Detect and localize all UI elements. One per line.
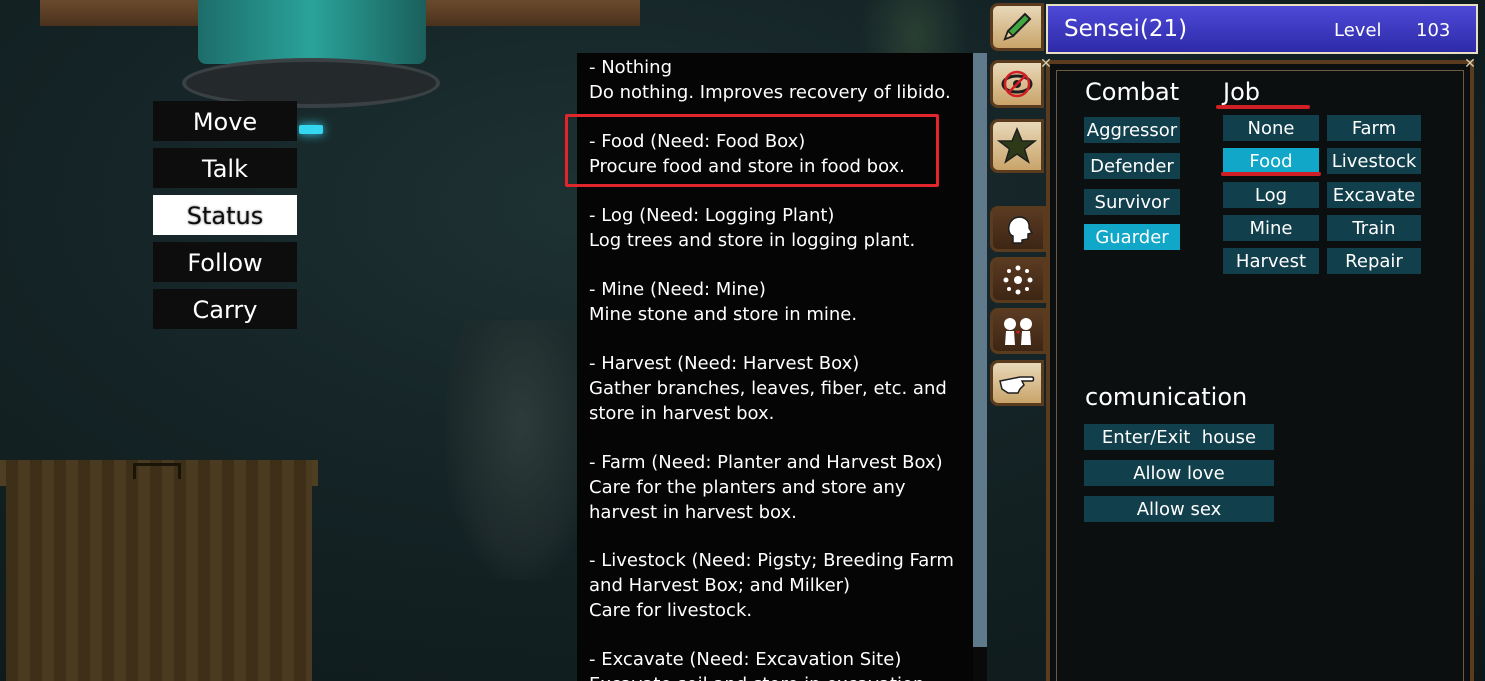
level-value: 103 xyxy=(1416,20,1451,41)
job-desc-title: - Farm (Need: Planter and Harvest Box) xyxy=(589,452,943,473)
job-desc-text: Log trees and store in logging plant. xyxy=(589,230,916,251)
head-profile-icon xyxy=(1001,212,1035,246)
food-underline-annotation xyxy=(1221,172,1321,176)
action-follow-button[interactable]: Follow xyxy=(153,242,297,282)
job-mine-button[interactable]: Mine xyxy=(1223,215,1319,241)
combat-title: Combat xyxy=(1085,78,1180,106)
background-crate-handle xyxy=(133,463,181,479)
tab-profile[interactable] xyxy=(990,206,1046,252)
job-desc-title: - Nothing xyxy=(589,57,672,78)
job-desc-title: - Excavate (Need: Excavation Site) xyxy=(589,649,902,670)
job-desc-text: Care for livestock. xyxy=(589,600,753,621)
character-name: Sensei(21) xyxy=(1064,16,1188,42)
job-desc-title: - Mine (Need: Mine) xyxy=(589,279,766,300)
background-crate xyxy=(6,460,312,681)
background-water-tank xyxy=(198,0,426,64)
tab-edit[interactable] xyxy=(990,3,1044,51)
job-none-button[interactable]: None xyxy=(1223,115,1319,141)
description-scrollbar-thumb[interactable] xyxy=(973,53,987,647)
job-desc-title: - Log (Need: Logging Plant) xyxy=(589,205,835,226)
character-name-bar: Sensei(21) Level 103 xyxy=(1046,4,1478,54)
tab-favorite[interactable] xyxy=(990,119,1044,173)
job-desc-text: Mine stone and store in mine. xyxy=(589,304,858,325)
allow-sex-button[interactable]: Allow sex xyxy=(1084,496,1274,522)
job-desc-title: - Harvest (Need: Harvest Box) xyxy=(589,353,860,374)
job-desc-text: Do nothing. Improves recovery of libido. xyxy=(589,82,951,103)
job-repair-button[interactable]: Repair xyxy=(1327,248,1421,274)
hidden-eye-icon xyxy=(999,66,1035,102)
background-cyan-light xyxy=(299,125,323,134)
job-desc-excavate: - Excavate (Need: Excavation Site) Excav… xyxy=(589,647,974,681)
job-desc-log: - Log (Need: Logging Plant) Log trees an… xyxy=(589,203,974,253)
job-desc-text: Gather branches, leaves, fiber, etc. and… xyxy=(589,378,947,424)
tab-interact[interactable] xyxy=(990,360,1044,406)
combat-aggressor-button[interactable]: Aggressor xyxy=(1084,117,1180,143)
food-highlight-annotation xyxy=(565,114,939,187)
pointing-hand-icon xyxy=(998,367,1036,399)
job-desc-farm: - Farm (Need: Planter and Harvest Box) C… xyxy=(589,450,974,525)
sparkle-icon xyxy=(1001,263,1035,297)
action-carry-button[interactable]: Carry xyxy=(153,289,297,329)
star-icon xyxy=(997,126,1037,166)
pencil-icon xyxy=(999,9,1035,45)
job-harvest-button[interactable]: Harvest xyxy=(1223,248,1319,274)
allow-love-button[interactable]: Allow love xyxy=(1084,460,1274,486)
job-desc-text: Care for the planters and store any harv… xyxy=(589,477,906,523)
job-log-button[interactable]: Log xyxy=(1223,182,1319,208)
couple-icon xyxy=(1000,314,1036,348)
enter-exit-house-button[interactable]: Enter/Exit house xyxy=(1084,424,1274,450)
combat-defender-button[interactable]: Defender xyxy=(1084,153,1180,179)
background-character xyxy=(446,320,596,580)
job-desc-harvest: - Harvest (Need: Harvest Box) Gather bra… xyxy=(589,351,974,426)
tab-visibility[interactable] xyxy=(990,60,1044,108)
job-excavate-button[interactable]: Excavate xyxy=(1327,182,1421,208)
action-menu: Move Talk Status Follow Carry xyxy=(153,101,297,336)
corner-ornament-icon: ✕ xyxy=(1040,56,1052,72)
level-label: Level xyxy=(1334,20,1382,41)
job-train-button[interactable]: Train xyxy=(1327,215,1421,241)
job-farm-button[interactable]: Farm xyxy=(1327,115,1421,141)
job-desc-title: - Livestock (Need: Pigsty; Breeding Farm… xyxy=(589,550,954,596)
job-livestock-button[interactable]: Livestock xyxy=(1327,148,1421,174)
corner-ornament-icon: ✕ xyxy=(1464,56,1476,72)
action-status-button[interactable]: Status xyxy=(153,195,297,235)
action-talk-button[interactable]: Talk xyxy=(153,148,297,188)
job-desc-livestock: - Livestock (Need: Pigsty; Breeding Farm… xyxy=(589,548,974,623)
job-food-button[interactable]: Food xyxy=(1223,148,1319,174)
job-title: Job xyxy=(1223,78,1260,106)
job-desc-nothing: - Nothing Do nothing. Improves recovery … xyxy=(589,55,974,105)
job-desc-mine: - Mine (Need: Mine) Mine stone and store… xyxy=(589,277,974,327)
action-move-button[interactable]: Move xyxy=(153,101,297,141)
combat-survivor-button[interactable]: Survivor xyxy=(1084,189,1180,215)
tab-skills[interactable] xyxy=(990,257,1046,303)
game-screen: Move Talk Status Follow Carry - Nothing … xyxy=(0,0,1485,681)
tab-relationships[interactable] xyxy=(990,308,1046,354)
communication-title: comunication xyxy=(1085,383,1248,411)
job-desc-text: Excavate soil and store in excavation xyxy=(589,672,974,681)
job-underline-annotation xyxy=(1216,105,1310,109)
combat-guarder-button[interactable]: Guarder xyxy=(1084,224,1180,250)
